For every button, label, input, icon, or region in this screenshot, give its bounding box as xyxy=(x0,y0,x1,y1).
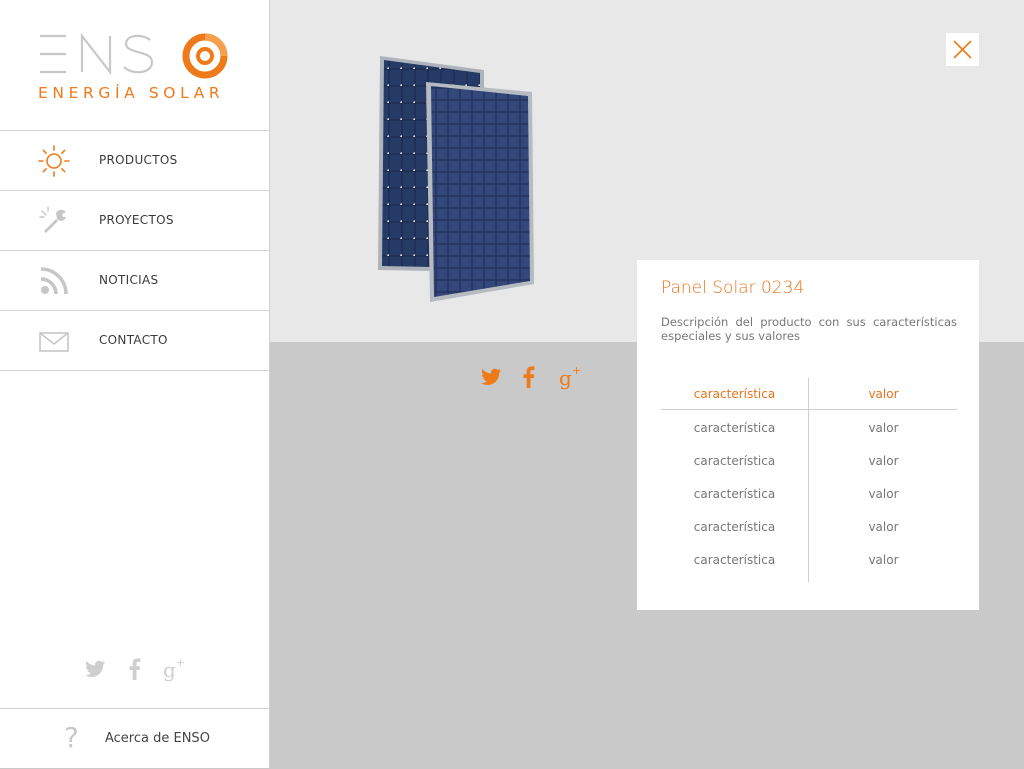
spec-table-header-rule xyxy=(661,409,957,410)
spec-name: característica xyxy=(693,487,776,501)
nav-label-contacto: CONTACTO xyxy=(99,333,168,347)
spec-value: valor xyxy=(868,421,899,435)
nav-item-productos[interactable]: PRODUCTOS xyxy=(0,131,269,191)
google-plus-icon[interactable]: g + xyxy=(162,656,188,682)
nav-label-proyectos: PROYECTOS xyxy=(99,213,174,227)
logo[interactable]: ENERGÍA SOLAR xyxy=(38,28,238,108)
product-card: Panel Solar 0234 Descripción del product… xyxy=(637,260,979,610)
sidebar: ENERGÍA SOLAR PRODUCTOS PROYECTOS NOTICI… xyxy=(0,0,270,768)
twitter-icon[interactable] xyxy=(82,656,108,682)
rss-icon xyxy=(40,267,68,295)
svg-text:+: + xyxy=(176,656,185,669)
nav-item-proyectos[interactable]: PROYECTOS xyxy=(0,191,269,251)
sun-icon xyxy=(38,145,70,177)
spec-header-name: característica xyxy=(693,387,776,401)
close-icon xyxy=(953,40,972,59)
facebook-icon[interactable] xyxy=(122,656,148,682)
main-nav: PRODUCTOS PROYECTOS NOTICIAS CONTACTO xyxy=(0,130,269,371)
spec-header-value: valor xyxy=(868,387,899,401)
nav-item-noticias[interactable]: NOTICIAS xyxy=(0,251,269,311)
logo-wordmark xyxy=(38,30,188,91)
spec-value: valor xyxy=(868,454,899,468)
sidebar-social: g + xyxy=(80,656,190,684)
nav-item-contacto[interactable]: CONTACTO xyxy=(0,311,269,371)
about-link[interactable]: ? Acerca de ENSO xyxy=(0,708,269,769)
tools-icon xyxy=(39,206,66,233)
share-social: g + xyxy=(478,364,588,394)
about-label: Acerca de ENSO xyxy=(105,731,210,746)
svg-text:g: g xyxy=(559,366,572,390)
google-plus-icon[interactable]: g + xyxy=(558,364,584,390)
nav-label-noticias: NOTICIAS xyxy=(99,273,159,287)
spec-name: característica xyxy=(693,520,776,534)
facebook-icon[interactable] xyxy=(516,364,542,390)
spec-name: característica xyxy=(693,421,776,435)
spec-value: valor xyxy=(868,520,899,534)
logo-o-mark-icon xyxy=(182,33,228,79)
product-title: Panel Solar 0234 xyxy=(661,278,805,298)
nav-label-productos: PRODUCTOS xyxy=(99,153,178,167)
spec-value: valor xyxy=(868,487,899,501)
spec-table: característica valor característica valo… xyxy=(661,378,957,582)
twitter-icon[interactable] xyxy=(478,364,504,390)
spec-name: característica xyxy=(693,553,776,567)
logo-tagline: ENERGÍA SOLAR xyxy=(38,84,225,102)
svg-text:g: g xyxy=(163,658,176,682)
product-description: Descripción del producto con sus caracte… xyxy=(661,315,957,343)
solar-panel-image xyxy=(378,56,534,302)
spec-value: valor xyxy=(868,553,899,567)
close-button[interactable] xyxy=(946,33,979,66)
help-icon: ? xyxy=(64,721,79,754)
svg-text:+: + xyxy=(572,364,581,377)
spec-name: característica xyxy=(693,454,776,468)
mail-icon xyxy=(39,332,69,352)
